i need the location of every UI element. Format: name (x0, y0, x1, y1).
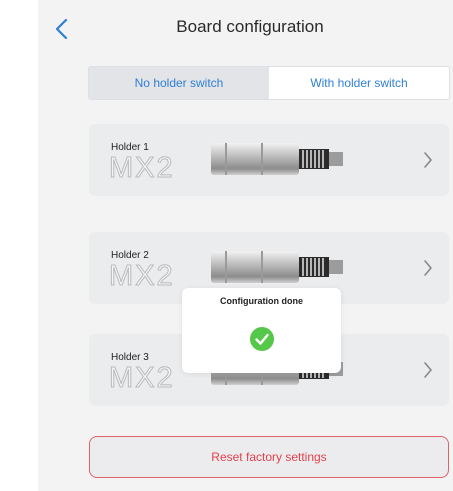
segment-no-holder-switch[interactable]: No holder switch (89, 67, 269, 99)
page-title: Board configuration (176, 17, 324, 36)
reset-factory-settings-button[interactable]: Reset factory settings (89, 436, 449, 478)
motor-image (211, 251, 343, 283)
motor-image (211, 143, 343, 175)
chevron-right-icon (424, 260, 432, 276)
chevron-right-icon (424, 362, 432, 378)
chevron-right-icon (424, 152, 432, 168)
holder-model: MX2 (109, 362, 175, 395)
configuration-done-dialog: Configuration done (182, 288, 341, 373)
holder-model: MX2 (109, 260, 175, 293)
holder-model: MX2 (109, 152, 175, 185)
dialog-title: Configuration done (220, 296, 303, 306)
nav-bar: Board configuration (38, 0, 453, 56)
segment-with-holder-switch[interactable]: With holder switch (269, 67, 449, 99)
holder-switch-segmented-control: No holder switch With holder switch (88, 66, 450, 100)
checkmark-icon (250, 327, 274, 351)
holder-card-1[interactable]: Holder 1 MX2 (89, 124, 449, 196)
app-screen: Board configuration No holder switch Wit… (38, 0, 453, 491)
